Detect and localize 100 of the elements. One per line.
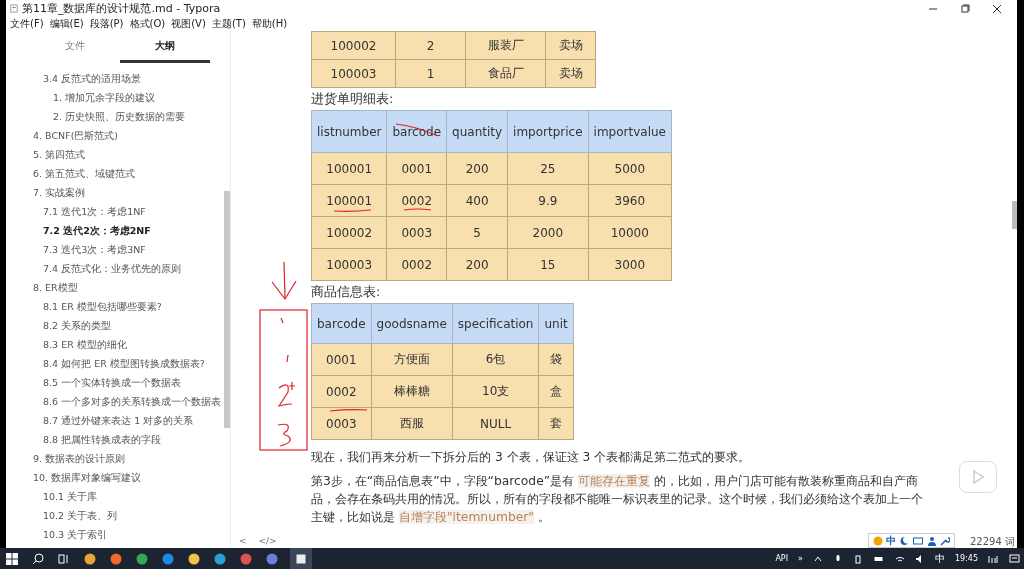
word-count: 22294 词 (970, 536, 1015, 548)
outline-item[interactable]: 8.4 如何把 ER 模型图转换成数据表? (6, 354, 222, 373)
search-button[interactable] (30, 550, 46, 567)
column-header: listnumber (311, 110, 387, 153)
footer-button[interactable]: </> (258, 536, 277, 546)
keyboard-icon (912, 535, 924, 546)
table-cell: 9.9 (507, 184, 589, 217)
table-cell: 0002 (311, 375, 372, 408)
outline-item[interactable]: 8. ER模型 (6, 278, 222, 297)
outline-item[interactable]: 3.4 反范式的适用场景 (6, 69, 222, 88)
table-cell: 5 (446, 216, 508, 249)
tray-label[interactable]: API (775, 554, 789, 563)
column-header: importvalue (588, 110, 672, 153)
ime-logo-icon (873, 535, 883, 546)
table-cell: 1 (395, 59, 466, 88)
table-cell: 400 (446, 184, 508, 217)
table-cell: 食品厂 (465, 59, 546, 88)
outline-item[interactable]: 8.3 ER 模型的细化 (6, 335, 222, 354)
outline-item[interactable]: 7.2 迭代2次：考虑2NF (6, 221, 222, 240)
table-cell: 0002 (386, 248, 447, 281)
sidebar-tab[interactable]: 文件 (30, 31, 120, 63)
table-cell: 100002 (311, 31, 396, 60)
table-caption: 进货单明细表: (311, 91, 394, 108)
outline-item[interactable]: 10.3 关于索引 (6, 525, 222, 544)
table-cell: 0001 (311, 343, 372, 376)
menu-item[interactable]: 视图(V) (171, 17, 206, 31)
table-cell: 200 (446, 248, 508, 281)
table-cell: 3960 (588, 184, 672, 217)
clock[interactable]: 19:45 (954, 554, 978, 563)
menu-item[interactable]: 文件(F) (10, 17, 44, 31)
outline-item[interactable]: 1. 增加冗余字段的建议 (6, 88, 222, 107)
outline-item[interactable]: 7.1 迭代1次：考虑1NF (6, 202, 222, 221)
input-indicator[interactable]: 中 (934, 551, 945, 566)
sidebar-tab[interactable]: 大纲 (120, 31, 210, 63)
table-cell: 100003 (311, 248, 387, 281)
play-icon (971, 470, 985, 484)
moon-icon (899, 535, 909, 546)
bars-icon[interactable] (988, 553, 998, 564)
table-cell: 西服 (371, 407, 453, 440)
notification-icon[interactable] (1008, 553, 1020, 564)
table-cell: 25 (507, 152, 589, 185)
table-cell: 3000 (588, 248, 672, 281)
paragraph: 第3步，在“商品信息表”中，字段“barcode”是有 可能存在重复 的，比如，用户门店可能有散装称重商品和自产商品，会存在条码共用的情况。所以，所有的字段都不能唯一标识表里的记录。这个时候，我们必须给这个表加上一个主键，比如说是 自增字段"itemnumber" 。 (311, 473, 924, 526)
tray-overflow[interactable]: » (798, 554, 803, 563)
restore-icon (960, 3, 970, 14)
outline-item[interactable]: 8.1 ER 模型包括哪些要素? (6, 297, 222, 316)
underline-mark (403, 208, 432, 211)
outline-item[interactable]: 10. 数据库对象编写建议 (6, 468, 222, 487)
window-title: 第11章_数据库的设计规范.md - Typora (22, 1, 222, 16)
taskbar-app-button[interactable] (290, 548, 312, 569)
outline-item[interactable]: 10.2 关于表、列 (6, 506, 222, 525)
table-cell: 2000 (507, 216, 589, 249)
app-icon (296, 553, 306, 564)
menu-item[interactable]: 主题(T) (211, 17, 246, 31)
table-cell: 6包 (452, 343, 539, 376)
table-cell: 5000 (588, 152, 672, 185)
outline-item[interactable]: 7. 实战案例 (6, 183, 222, 202)
table-cell: 200 (446, 152, 508, 185)
outline-item[interactable]: 6. 第五范式、域键范式 (6, 164, 222, 183)
outline-item[interactable]: 8.8 把属性转换成表的字段 (6, 430, 222, 449)
table-cell: 棒棒糖 (371, 375, 453, 408)
table-cell: 100002 (311, 216, 387, 249)
column-header: goodsname (371, 303, 453, 344)
menu-item[interactable]: 帮助(H) (251, 17, 288, 31)
paragraph: 现在，我们再来分析一下拆分后的 3 个表，保证这 3 个表都满足第二范式的要求。 (311, 449, 751, 466)
start-button[interactable] (4, 550, 20, 567)
person-icon (927, 535, 937, 546)
column-header: unit (539, 303, 574, 344)
underline-mark (333, 209, 372, 212)
outline-item[interactable]: 7.3 迭代3次：考虑3NF (6, 240, 222, 259)
menu-item[interactable]: 编辑(E) (49, 17, 84, 31)
table-cell: 方便面 (371, 343, 453, 376)
table-cell: 100003 (311, 59, 396, 88)
outline-item[interactable]: 7.4 反范式化：业务优先的原则 (6, 259, 222, 278)
wrench-icon (940, 535, 950, 546)
table-caption: 商品信息表: (311, 284, 381, 301)
outline-item[interactable]: 8.7 通过外键来表达 1 对多的关系 (6, 411, 222, 430)
scrollbar-thumb[interactable] (1012, 201, 1017, 229)
outline-item[interactable]: 10.1 关于库 (6, 487, 222, 506)
outline-item[interactable]: 8.5 一个实体转换成一个数据表 (6, 373, 222, 392)
menu-item[interactable]: 段落(P) (89, 17, 124, 31)
table-cell: 服装厂 (465, 31, 546, 60)
outline-item[interactable]: 8.2 关系的类型 (6, 316, 222, 335)
table-cell: 卖场 (545, 31, 596, 60)
outline-item[interactable]: 4. BCNF(巴斯范式) (6, 126, 222, 145)
table-cell: 10000 (588, 216, 672, 249)
footer-button[interactable]: < (239, 536, 247, 546)
outline-item[interactable]: 8.6 一个多对多的关系转换成一个数据表 (6, 392, 222, 411)
scrollbar-thumb[interactable] (224, 191, 230, 428)
column-header: importprice (507, 110, 589, 153)
table-cell: 100001 (311, 184, 387, 217)
outline-item[interactable]: 2. 历史快照、历史数据的需要 (6, 107, 222, 126)
table-cell: 100001 (311, 152, 387, 185)
outline-item[interactable]: 5. 第四范式 (6, 145, 222, 164)
app-icon (10, 4, 18, 13)
handwritten-arrow-drawing (271, 261, 297, 301)
table-cell: 0003 (311, 407, 372, 440)
outline-item[interactable]: 9. 数据表的设计原则 (6, 449, 222, 468)
ime-toolbar[interactable]: 中 (868, 533, 955, 548)
menu-item[interactable]: 格式(O) (129, 17, 166, 31)
